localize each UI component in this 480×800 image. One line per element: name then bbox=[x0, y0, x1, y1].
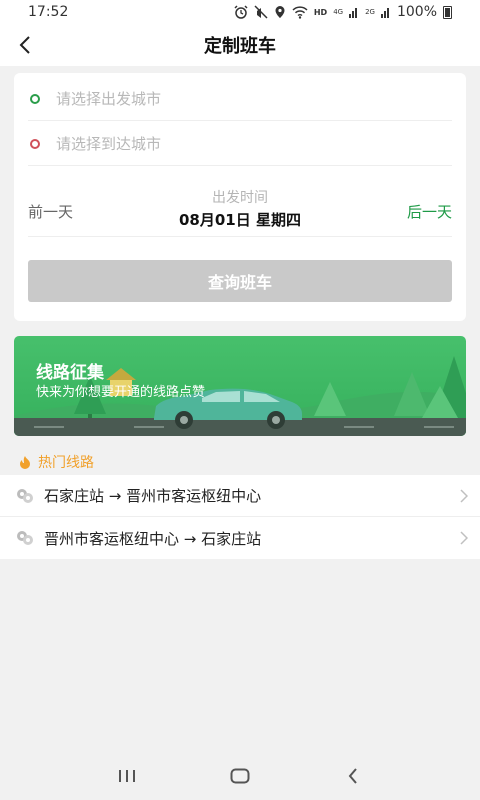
signal-label-2: 2G bbox=[365, 8, 375, 16]
recent-apps-button[interactable] bbox=[107, 756, 147, 796]
chevron-right-icon bbox=[460, 489, 468, 503]
flame-icon bbox=[20, 455, 30, 469]
page-title: 定制班车 bbox=[204, 36, 276, 57]
status-bar: 17:52 HD 4G 2G 100% bbox=[0, 0, 480, 24]
date-picker[interactable]: 出发时间 08月01日 星期四 bbox=[28, 187, 452, 230]
search-card: 请选择出发城市 请选择到达城市 前一天 出发时间 08月01日 星期四 后一天 … bbox=[14, 73, 466, 321]
wifi-icon bbox=[292, 5, 308, 19]
arrival-dot-icon bbox=[30, 138, 40, 149]
date-label: 出发时间 bbox=[212, 190, 268, 206]
banner-subtitle: 快来为你想要开通的线路点赞 bbox=[36, 385, 206, 400]
arrival-placeholder: 请选择到达城市 bbox=[56, 135, 162, 153]
date-value: 08月01日 星期四 bbox=[179, 211, 301, 229]
hot-routes-header: 热门线路 bbox=[18, 452, 94, 472]
banner-title: 线路征集 bbox=[36, 363, 104, 383]
status-time: 17:52 bbox=[28, 4, 69, 20]
route-icon bbox=[17, 531, 33, 545]
departure-city-field[interactable]: 请选择出发城市 bbox=[28, 77, 452, 121]
mute-icon bbox=[254, 5, 268, 19]
chevron-left-icon bbox=[19, 36, 30, 54]
back-icon bbox=[348, 768, 358, 784]
list-item[interactable]: 晋州市客运枢纽中心 → 石家庄站 bbox=[0, 517, 480, 559]
list-item[interactable]: 石家庄站 → 晋州市客运枢纽中心 bbox=[0, 475, 480, 517]
battery-percent: 100% bbox=[396, 4, 437, 20]
system-navigation-bar bbox=[0, 752, 480, 800]
alarm-icon bbox=[234, 5, 248, 19]
arrival-city-field[interactable]: 请选择到达城市 bbox=[28, 122, 452, 166]
system-back-button[interactable] bbox=[333, 756, 373, 796]
status-icons: HD 4G 2G 100% bbox=[234, 4, 452, 20]
query-bus-button[interactable]: 查询班车 bbox=[28, 260, 452, 302]
hot-routes-title: 热门线路 bbox=[38, 455, 94, 471]
route-label: 晋州市客运枢纽中心 → 石家庄站 bbox=[44, 529, 262, 548]
signal-label-1: 4G bbox=[333, 8, 344, 16]
home-icon bbox=[230, 768, 250, 784]
signal-icon bbox=[380, 8, 389, 18]
departure-placeholder: 请选择出发城市 bbox=[56, 90, 162, 108]
departure-dot-icon bbox=[30, 93, 40, 104]
battery-icon bbox=[443, 5, 452, 19]
signal-icon bbox=[349, 8, 358, 18]
chevron-right-icon bbox=[460, 531, 468, 545]
nav-bar: 定制班车 bbox=[0, 24, 480, 66]
route-collection-banner[interactable]: 线路征集 快来为你想要开通的线路点赞 bbox=[14, 336, 466, 436]
home-button[interactable] bbox=[220, 756, 260, 796]
back-button[interactable] bbox=[10, 30, 40, 60]
route-icon bbox=[17, 488, 33, 503]
date-selector: 前一天 出发时间 08月01日 星期四 后一天 bbox=[28, 177, 452, 237]
network-type-label: HD bbox=[313, 7, 328, 17]
hot-routes-list: 石家庄站 → 晋州市客运枢纽中心 晋州市客运枢纽中心 → 石家庄站 bbox=[0, 475, 480, 559]
route-label: 石家庄站 → 晋州市客运枢纽中心 bbox=[44, 487, 262, 505]
recent-apps-icon bbox=[118, 770, 135, 782]
next-day-button[interactable]: 后一天 bbox=[407, 201, 452, 222]
location-icon bbox=[275, 6, 285, 18]
